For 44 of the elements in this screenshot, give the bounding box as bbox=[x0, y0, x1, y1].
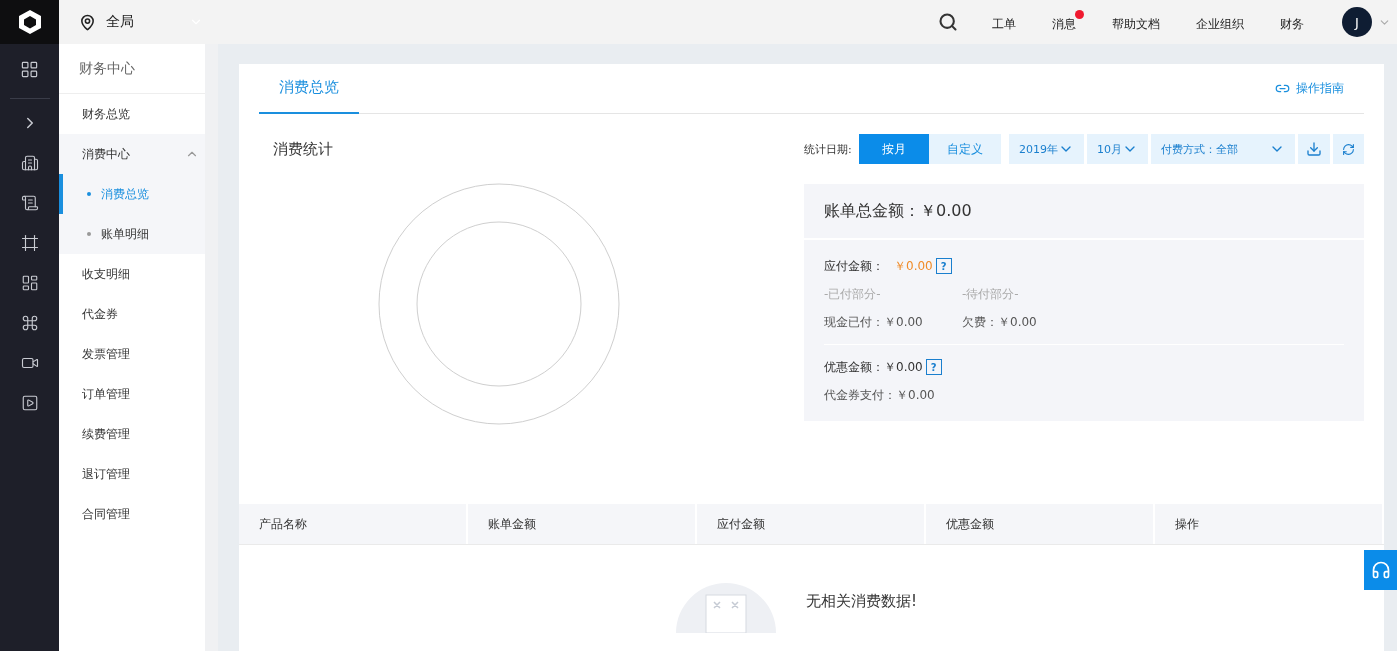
month-select[interactable]: 10月 bbox=[1086, 134, 1148, 164]
payable-label: 应付金额： bbox=[824, 257, 885, 275]
nav-link[interactable]: 帮助文档 bbox=[1112, 9, 1168, 35]
column-header: 应付金额 bbox=[697, 504, 926, 544]
pending-header: -待付部分- bbox=[962, 285, 1019, 303]
cash-paid: 现金已付：￥0.00 bbox=[824, 313, 924, 331]
tab[interactable]: 消费总览 bbox=[259, 63, 359, 114]
search-icon[interactable] bbox=[938, 12, 958, 32]
year-select[interactable]: 2019年 bbox=[1008, 134, 1084, 164]
sidebar-item[interactable]: 消费中心 bbox=[59, 134, 205, 174]
mode-button[interactable]: 按月 bbox=[858, 134, 930, 164]
date-label: 统计日期: bbox=[804, 141, 852, 157]
paid-header: -已付部分- bbox=[824, 285, 882, 303]
guide-link[interactable]: 操作指南 bbox=[1275, 80, 1364, 97]
download-icon bbox=[1305, 141, 1322, 157]
help-icon[interactable]: ? bbox=[935, 258, 952, 274]
column-header: 操作 bbox=[1155, 504, 1384, 544]
sidebar-subitem[interactable]: 账单明细 bbox=[59, 214, 205, 254]
column-header: 产品名称 bbox=[239, 504, 468, 544]
column-header: 账单金额 bbox=[468, 504, 697, 544]
arrears: 欠费：￥0.00 bbox=[962, 313, 1037, 331]
refresh-button[interactable] bbox=[1332, 134, 1364, 164]
nav-link[interactable]: 企业组织 bbox=[1196, 9, 1252, 35]
refresh-icon bbox=[1341, 142, 1355, 156]
empty-message: 无相关消费数据! bbox=[806, 591, 917, 611]
payment-select[interactable]: 付费方式：全部 bbox=[1150, 134, 1295, 164]
section-title: 消费统计 bbox=[273, 138, 334, 160]
headset-icon bbox=[1370, 560, 1391, 580]
column-header: 优惠金额 bbox=[926, 504, 1155, 544]
nav-link[interactable]: 工单 bbox=[992, 9, 1024, 35]
logo-icon[interactable] bbox=[0, 0, 59, 44]
location-label[interactable]: 全局 bbox=[106, 13, 134, 31]
nav-link[interactable]: 财务 bbox=[1280, 9, 1312, 35]
download-button[interactable] bbox=[1298, 134, 1330, 164]
total-amount: 账单总金额：￥0.00 bbox=[824, 200, 972, 222]
discount-label: 优惠金额： bbox=[824, 358, 884, 376]
payable-value: ￥0.00 bbox=[894, 257, 933, 275]
support-button[interactable] bbox=[1364, 550, 1397, 590]
voucher-paid: 代金券支付：￥0.00 bbox=[824, 386, 935, 404]
nav-link[interactable]: 消息 bbox=[1052, 9, 1084, 35]
location-pin-icon bbox=[79, 13, 96, 31]
discount-value: ￥0.00 bbox=[884, 358, 923, 376]
user-avatar[interactable]: J bbox=[1342, 7, 1372, 37]
help-icon[interactable]: ? bbox=[925, 359, 942, 375]
